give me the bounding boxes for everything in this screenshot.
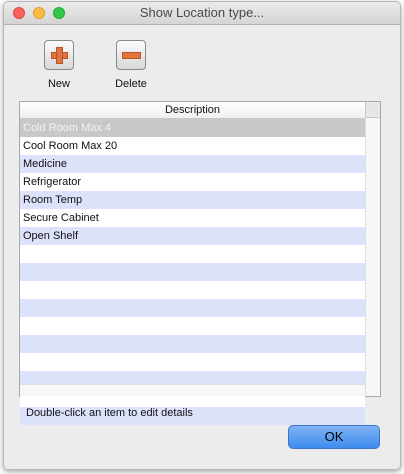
table-row[interactable] — [20, 335, 365, 353]
table-row[interactable]: Cool Room Max 20 — [20, 137, 365, 155]
table-row[interactable]: Secure Cabinet — [20, 209, 365, 227]
delete-button[interactable] — [116, 40, 146, 70]
table-corner — [365, 102, 380, 118]
table-row[interactable] — [20, 245, 365, 263]
table-row[interactable]: Cold Room Max 4 — [20, 119, 365, 137]
hint-text: Double-click an item to edit details — [26, 407, 193, 419]
new-label: New — [47, 78, 70, 90]
vertical-scrollbar[interactable] — [365, 118, 380, 396]
ok-button[interactable]: OK — [288, 425, 380, 449]
new-button[interactable] — [44, 40, 74, 70]
title-bar[interactable]: Show Location type... — [4, 2, 400, 25]
location-type-table: Description Cold Room Max 4 Cool Room Max… — [19, 101, 381, 425]
table-row[interactable]: Open Shelf — [20, 227, 365, 245]
table-row[interactable]: Medicine — [20, 155, 365, 173]
table-row[interactable] — [20, 263, 365, 281]
table-row[interactable] — [20, 353, 365, 371]
horizontal-scrollbar[interactable] — [20, 384, 365, 396]
table-row[interactable] — [20, 281, 365, 299]
delete-label: Delete — [115, 78, 147, 90]
delete-tool[interactable]: Delete — [96, 40, 166, 90]
table-row[interactable]: Refrigerator — [20, 173, 365, 191]
table-row[interactable] — [20, 299, 365, 317]
table-rows: Cold Room Max 4 Cool Room Max 20 Medicine R… — [20, 119, 365, 425]
window-title: Show Location type... — [139, 5, 265, 20]
table-row[interactable]: Room Temp — [20, 191, 365, 209]
dialog-window: Show Location type... New Delete Descrip… — [3, 1, 401, 470]
table-row[interactable] — [20, 317, 365, 335]
new-tool[interactable]: New — [24, 40, 94, 90]
column-header-description[interactable]: Description — [20, 102, 365, 119]
